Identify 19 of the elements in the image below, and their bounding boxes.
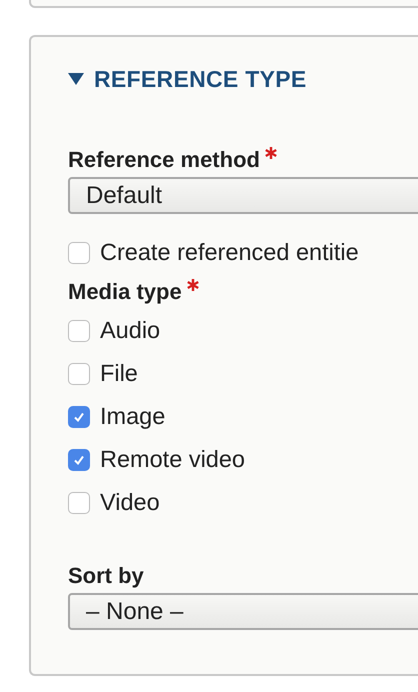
checkbox-label[interactable]: File: [100, 360, 138, 387]
select-field[interactable]: – None –: [68, 593, 418, 630]
select-field[interactable]: Default: [68, 177, 418, 214]
section-title[interactable]: REFERENCE TYPE: [94, 66, 307, 92]
checkbox[interactable]: [68, 492, 90, 514]
checkbox-label[interactable]: Video: [100, 489, 160, 516]
checkbox[interactable]: [68, 320, 90, 342]
field-label: Media type: [68, 279, 182, 305]
field-label: Sort by: [68, 563, 144, 589]
checkbox[interactable]: [68, 406, 90, 428]
field-label: Reference method: [68, 147, 260, 173]
checkbox-label[interactable]: Create referenced entitie: [100, 239, 359, 266]
checkbox[interactable]: [68, 242, 90, 264]
checkbox[interactable]: [68, 448, 90, 470]
triangle-icon[interactable]: [68, 73, 84, 85]
checkbox-label[interactable]: Image: [100, 403, 166, 430]
checkbox-label[interactable]: Remote video: [100, 446, 245, 473]
checkbox-label[interactable]: Audio: [100, 317, 160, 344]
checkbox[interactable]: [68, 362, 90, 384]
